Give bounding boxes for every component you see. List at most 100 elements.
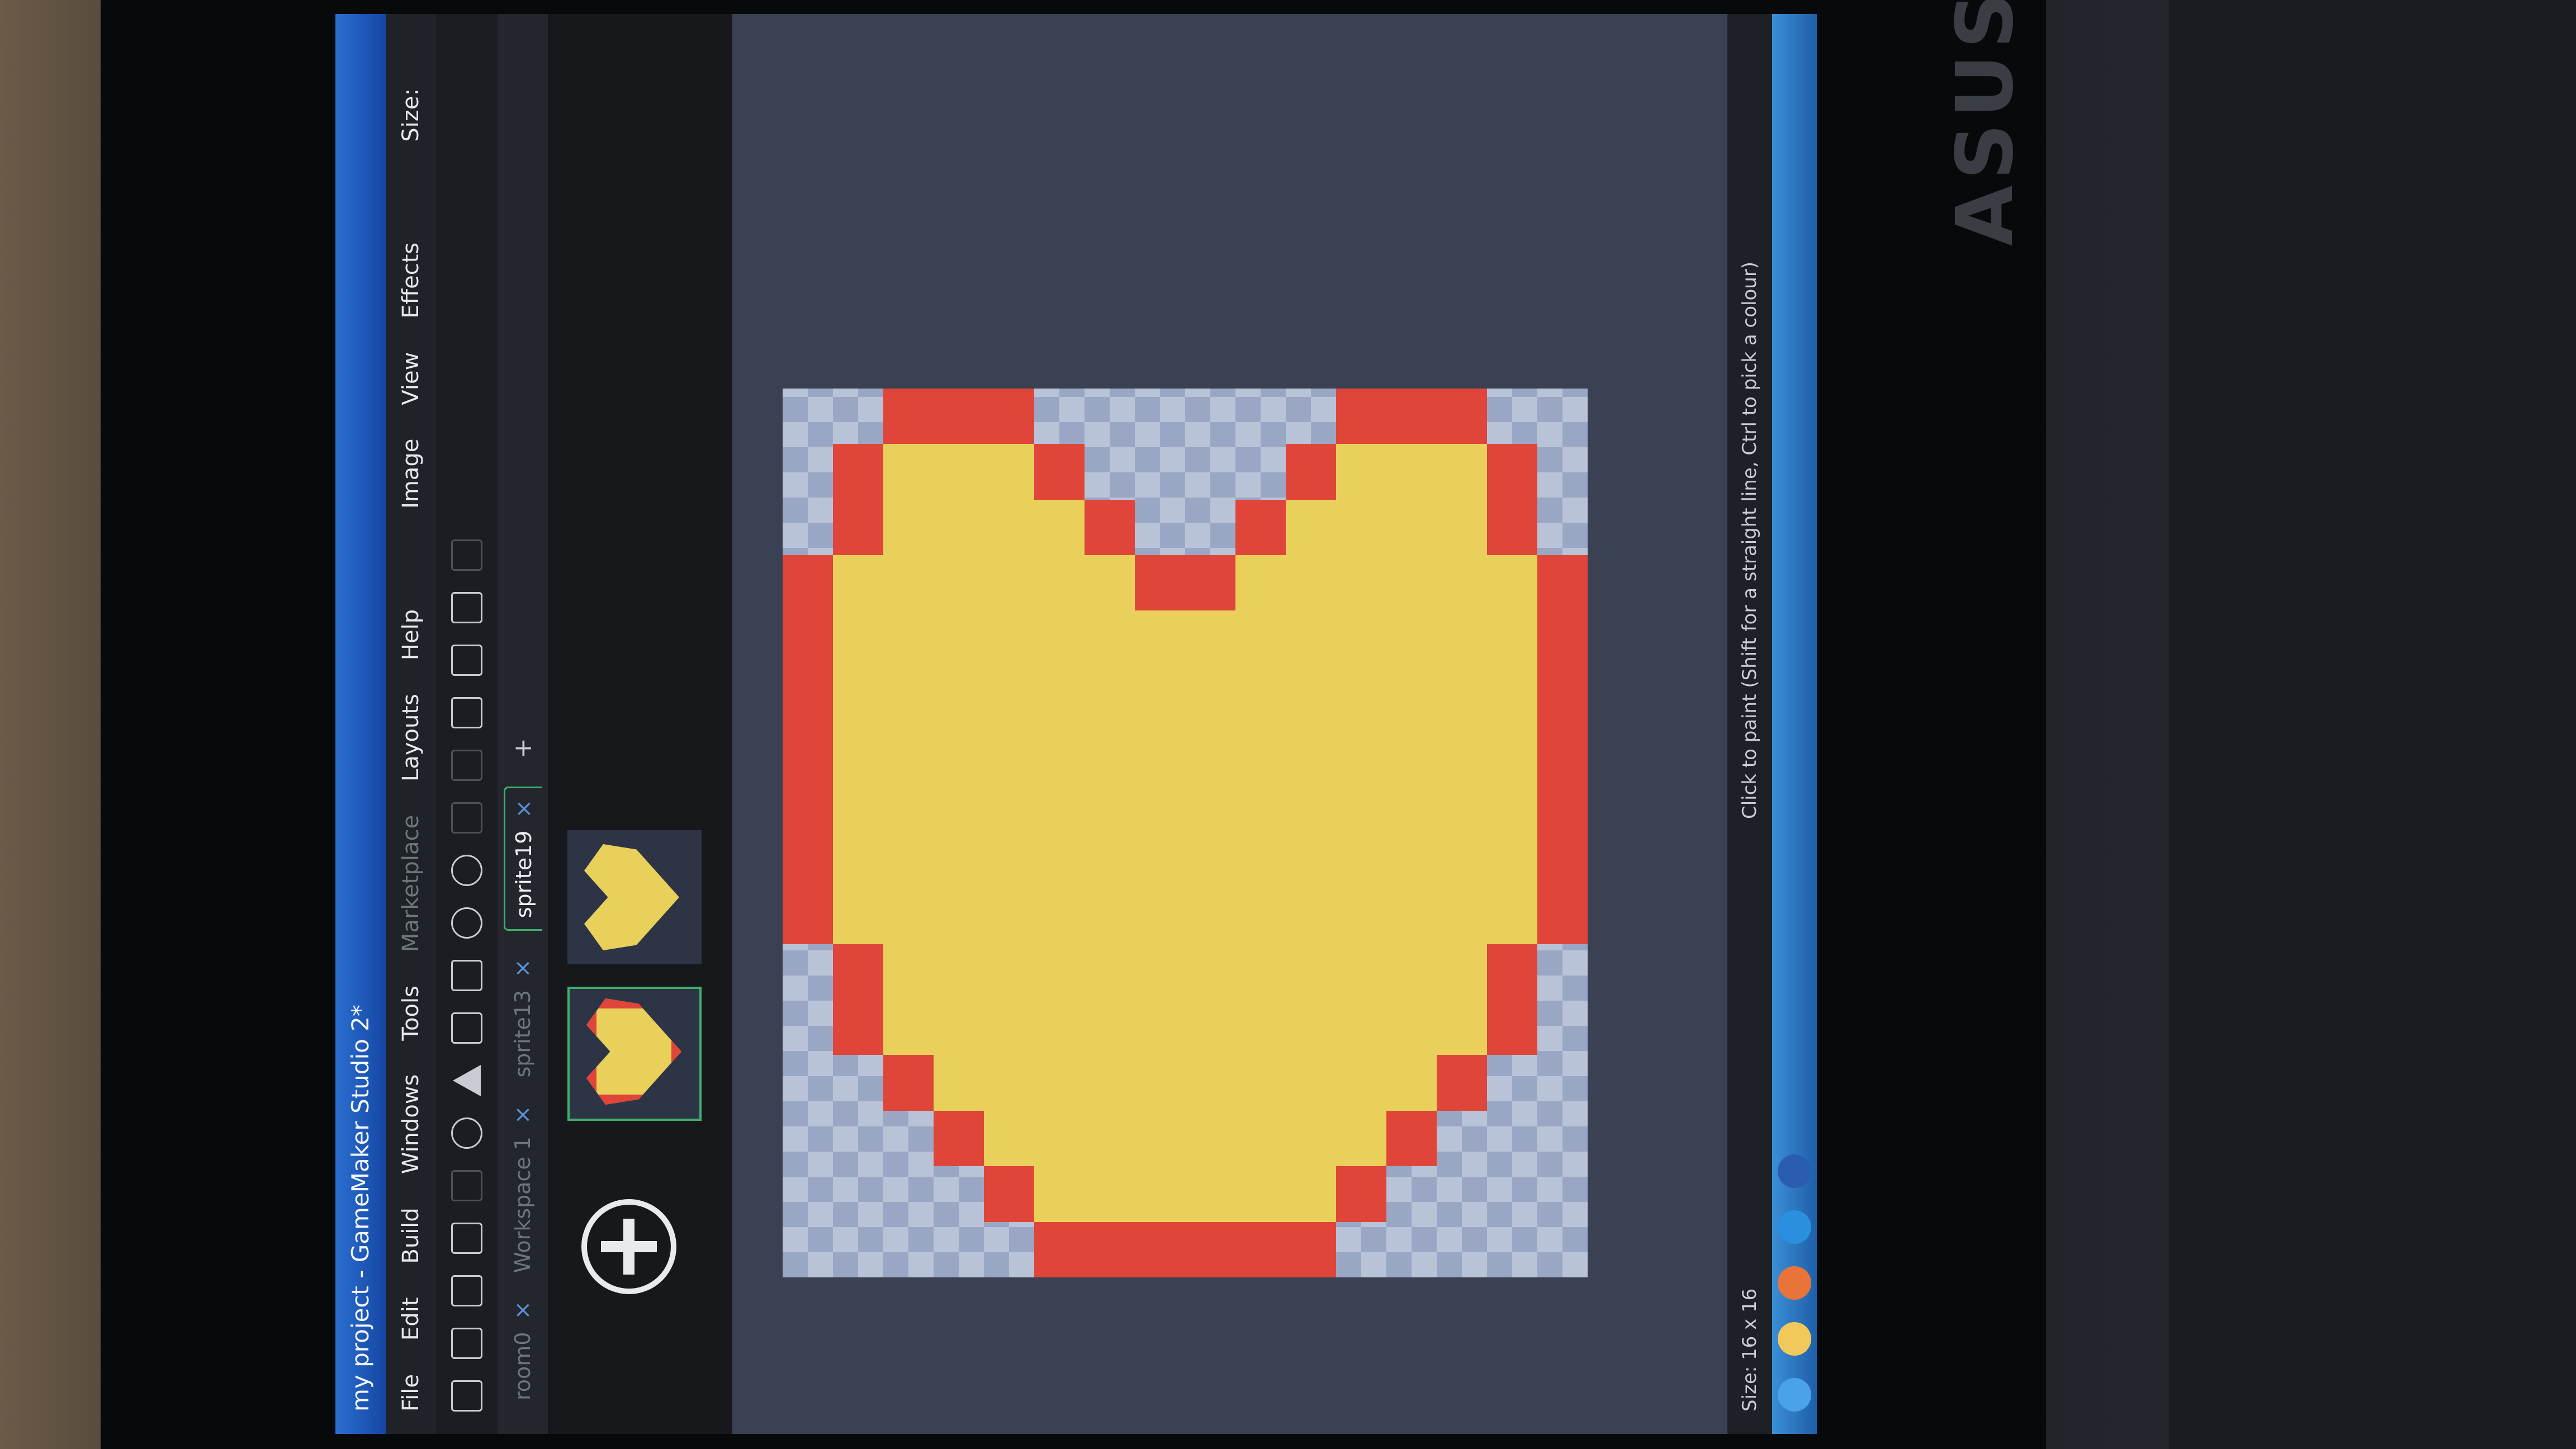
pixel [1085, 944, 1135, 1000]
home-icon[interactable] [451, 1380, 482, 1412]
package-icon[interactable] [451, 960, 482, 991]
redo-icon[interactable] [451, 750, 482, 781]
pixel [1135, 777, 1185, 833]
clean-icon[interactable] [451, 1117, 482, 1149]
pixel [984, 1000, 1034, 1055]
pixel [1386, 777, 1437, 833]
pixel [1235, 1110, 1286, 1167]
tab-sprite13[interactable]: sprite13 × [510, 959, 536, 1077]
pixel [984, 1110, 1034, 1167]
menu-help[interactable]: Help [398, 609, 424, 660]
frame-thumbnail[interactable] [567, 830, 702, 964]
pencil-icon[interactable] [451, 592, 482, 623]
pixel [1386, 722, 1437, 778]
pixel [783, 555, 833, 611]
pixel [783, 610, 833, 666]
menu-image[interactable]: Image [398, 439, 424, 509]
pixel [1286, 444, 1336, 500]
close-icon[interactable]: × [510, 1301, 536, 1320]
canvas-icon[interactable] [451, 645, 482, 676]
close-icon[interactable]: × [510, 959, 536, 978]
close-icon[interactable]: × [510, 1106, 536, 1125]
pixel [1286, 1110, 1336, 1167]
pixel [1235, 833, 1286, 889]
pixel [783, 722, 833, 778]
pixel [1085, 499, 1135, 556]
word-icon[interactable] [1778, 1154, 1811, 1188]
pixel [1437, 555, 1487, 611]
pixel [1085, 1000, 1135, 1055]
pixel [1386, 1110, 1437, 1167]
pixel [1336, 444, 1386, 500]
pixel [1336, 389, 1386, 444]
tab-sprite19[interactable]: sprite19 × [503, 787, 542, 931]
pixel [1034, 722, 1085, 778]
settings-icon[interactable] [451, 907, 482, 939]
pixel [1135, 1000, 1185, 1055]
add-frame-button[interactable] [581, 1199, 676, 1294]
menu-layouts[interactable]: Layouts [398, 694, 424, 782]
pixel [883, 389, 934, 444]
undo-icon[interactable] [451, 802, 482, 834]
explorer-icon[interactable] [1778, 1322, 1811, 1356]
pixel [1386, 1000, 1437, 1055]
run-icon[interactable] [453, 1065, 481, 1096]
pixel [1336, 1000, 1386, 1055]
pixel [1286, 777, 1336, 833]
pixel [1085, 888, 1135, 944]
menu-effects[interactable]: Effects [398, 243, 424, 319]
resize-icon[interactable] [451, 697, 482, 728]
save-as-icon[interactable] [451, 1170, 482, 1201]
pixel [1487, 499, 1537, 556]
add-tab-icon[interactable]: + [509, 738, 537, 759]
pixel [1135, 888, 1185, 944]
tab-label: sprite19 [511, 830, 536, 918]
pixel [1286, 1166, 1336, 1222]
frame-preview [586, 998, 681, 1105]
pixel [1286, 555, 1336, 611]
save-icon[interactable] [451, 1223, 482, 1254]
help-icon[interactable] [451, 855, 482, 886]
tab-label: sprite13 [510, 989, 535, 1078]
skype-icon[interactable] [1778, 1210, 1811, 1244]
pixel [1386, 1055, 1437, 1111]
windows-start-icon[interactable] [1778, 1378, 1811, 1412]
new-project-icon[interactable] [451, 1328, 482, 1359]
pixel [1034, 1110, 1085, 1167]
pixel [1286, 944, 1336, 1000]
pixel [833, 777, 883, 833]
menu-windows[interactable]: Windows [398, 1074, 424, 1175]
pixel [1235, 1000, 1286, 1055]
pixel [1386, 610, 1437, 666]
close-icon[interactable]: × [511, 799, 537, 818]
toolbar [436, 14, 498, 1434]
pixel [1386, 555, 1437, 611]
pixel [1034, 944, 1085, 1000]
open-project-icon[interactable] [451, 1275, 482, 1306]
menu-build[interactable]: Build [398, 1208, 424, 1263]
pixel [1537, 610, 1588, 666]
pixel [1185, 1000, 1235, 1055]
menu-view[interactable]: View [398, 352, 424, 405]
pixel [883, 777, 934, 833]
pixel [934, 555, 984, 611]
menu-file[interactable]: File [398, 1374, 424, 1412]
pixel [1135, 1110, 1185, 1167]
pixel [1487, 722, 1537, 778]
pixel [1437, 389, 1487, 444]
menu-tools[interactable]: Tools [398, 986, 424, 1041]
bezel-logo: ASUS [1940, 0, 2031, 246]
brush-size-icon[interactable] [451, 539, 482, 571]
menu-edit[interactable]: Edit [398, 1298, 424, 1341]
frame-thumbnail-selected[interactable] [567, 987, 702, 1121]
pixel [1034, 777, 1085, 833]
tab-workspace-1[interactable]: Workspace 1 × [510, 1106, 536, 1273]
menu-marketplace[interactable]: Marketplace [398, 815, 424, 952]
pixel [1286, 666, 1336, 722]
tab-room0[interactable]: room0 × [510, 1301, 536, 1400]
pixel [1135, 555, 1185, 611]
pixel [1034, 1166, 1085, 1222]
firefox-icon[interactable] [1778, 1266, 1811, 1300]
sprite-canvas[interactable] [783, 389, 1588, 1277]
stop-icon[interactable] [451, 1012, 482, 1044]
